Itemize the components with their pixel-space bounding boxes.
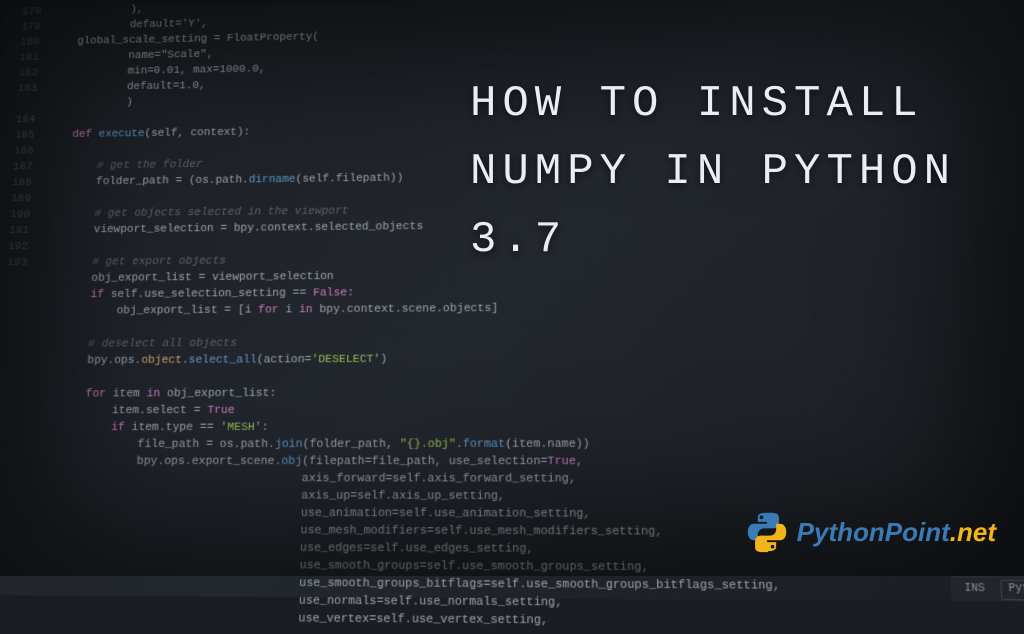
status-language-selector[interactable]: Python ▾ bbox=[1000, 579, 1024, 600]
code-text: (folder_path, bbox=[302, 438, 400, 451]
function-name: execute bbox=[98, 128, 145, 140]
brand-name: PythonPoint bbox=[797, 517, 950, 547]
brand-text: PythonPoint.net bbox=[797, 517, 996, 548]
code-line: default=1.0, bbox=[48, 80, 205, 94]
code-line: name="Scale", bbox=[50, 49, 213, 63]
code-text: ) bbox=[380, 354, 387, 367]
string-literal: 'MESH' bbox=[220, 421, 262, 434]
line-number: 191 bbox=[0, 223, 29, 239]
code-text: : bbox=[347, 287, 354, 299]
python-icon bbox=[745, 510, 789, 554]
code-text: item bbox=[112, 388, 146, 401]
comment: # deselect all objects bbox=[34, 338, 237, 351]
code-text: : bbox=[261, 421, 268, 434]
keyword-if: if bbox=[37, 289, 111, 302]
line-number: 183 bbox=[0, 81, 37, 97]
code-text: (filepath=file_path, use_selection= bbox=[302, 456, 548, 469]
line-number: 178 bbox=[4, 4, 42, 20]
code-text: self.use_selection_setting == bbox=[110, 287, 313, 301]
status-language-label: Python bbox=[1008, 583, 1024, 596]
line-number: 180 bbox=[2, 35, 40, 51]
method-call: format bbox=[463, 438, 505, 451]
brand-suffix: .net bbox=[950, 517, 996, 547]
boolean: True bbox=[207, 405, 235, 418]
code-line: axis_up=self.axis_up_setting, bbox=[26, 490, 505, 504]
code-line: viewport_selection = bpy.context.selecte… bbox=[41, 221, 424, 237]
code-line: use_vertex=self.use_vertex_setting, bbox=[19, 611, 548, 628]
string-literal: "{}.obj" bbox=[400, 438, 456, 451]
keyword-in: in bbox=[146, 388, 167, 401]
line-number: 187 bbox=[0, 159, 33, 175]
code-line: use_mesh_modifiers=self.use_mesh_modifie… bbox=[24, 524, 663, 539]
page-title: HOW TO INSTALL NUMPY IN PYTHON 3.7 bbox=[470, 70, 994, 275]
code-text: obj_export_list: bbox=[167, 388, 277, 401]
code-text: item.select = bbox=[30, 405, 207, 418]
code-line: use_animation=self.use_animation_setting… bbox=[25, 507, 591, 521]
line-number: 184 bbox=[0, 112, 36, 128]
boolean: False bbox=[313, 287, 347, 300]
method-call: select_all bbox=[188, 354, 256, 367]
comment: # get objects selected in the viewport bbox=[41, 205, 348, 220]
code-text: file_path = os.path. bbox=[29, 438, 275, 451]
keyword-in: in bbox=[299, 304, 313, 317]
line-number: 179 bbox=[3, 19, 41, 35]
line-number: 188 bbox=[0, 175, 32, 191]
method-call: join bbox=[275, 438, 303, 451]
line-number: 182 bbox=[0, 66, 38, 82]
code-line: use_normals=self.use_normals_setting, bbox=[20, 593, 562, 610]
code-line: ) bbox=[48, 97, 133, 110]
keyword-for: for bbox=[31, 388, 113, 401]
code-text: (item.name)) bbox=[505, 438, 590, 451]
object-ref: object bbox=[141, 354, 182, 367]
code-line: use_edges=self.use_edges_setting, bbox=[23, 541, 534, 556]
code-text: i bbox=[278, 304, 299, 317]
code-text: . bbox=[456, 438, 463, 451]
method-call: obj bbox=[281, 456, 302, 469]
code-line: default='Y', bbox=[52, 18, 208, 32]
code-line: use_smooth_groups_bitflags=self.use_smoo… bbox=[21, 576, 780, 594]
method-call: dirname bbox=[248, 174, 295, 187]
boolean: True bbox=[547, 456, 575, 469]
code-line: global_scale_setting = FloatProperty( bbox=[51, 31, 319, 47]
code-line: obj_export_list = viewport_selection bbox=[38, 271, 334, 286]
code-text: (action= bbox=[257, 354, 312, 367]
line-number: 186 bbox=[0, 143, 34, 159]
string-literal: 'DESELECT' bbox=[311, 354, 380, 367]
line-number: 189 bbox=[0, 191, 31, 207]
keyword-def: def bbox=[46, 129, 99, 142]
comment: # get the folder bbox=[44, 159, 203, 173]
line-number: 190 bbox=[0, 207, 30, 223]
code-text: bpy.ops.export_scene. bbox=[28, 456, 282, 469]
line-number: 192 bbox=[0, 239, 28, 255]
code-text: item.type == bbox=[131, 422, 220, 435]
code-text: folder_path = (os.path. bbox=[43, 174, 249, 188]
code-text: , bbox=[576, 456, 583, 469]
keyword-if: if bbox=[30, 422, 132, 435]
code-line: axis_forward=self.axis_forward_setting, bbox=[27, 472, 576, 485]
code-text: bpy.ops. bbox=[33, 355, 141, 368]
code-line: min=0.01, max=1000.0, bbox=[49, 64, 265, 79]
line-number: 181 bbox=[1, 50, 39, 66]
comment: # get export objects bbox=[39, 255, 226, 269]
keyword-for: for bbox=[258, 304, 279, 317]
code-text: obj_export_list = [i bbox=[36, 304, 258, 318]
code-text: (self, context): bbox=[144, 127, 250, 140]
code-text: (self.filepath)) bbox=[295, 172, 403, 185]
code-text: bpy.context.scene.objects] bbox=[312, 303, 498, 317]
line-number: 185 bbox=[0, 128, 35, 144]
code-line: use_smooth_groups=self.use_smooth_groups… bbox=[22, 558, 649, 574]
code-line: ), bbox=[53, 4, 144, 17]
line-number: 193 bbox=[0, 255, 28, 271]
brand-logo: PythonPoint.net bbox=[745, 510, 996, 554]
status-insert-mode: INS bbox=[964, 583, 985, 596]
status-bar: INS Python ▾ bbox=[950, 576, 1024, 602]
